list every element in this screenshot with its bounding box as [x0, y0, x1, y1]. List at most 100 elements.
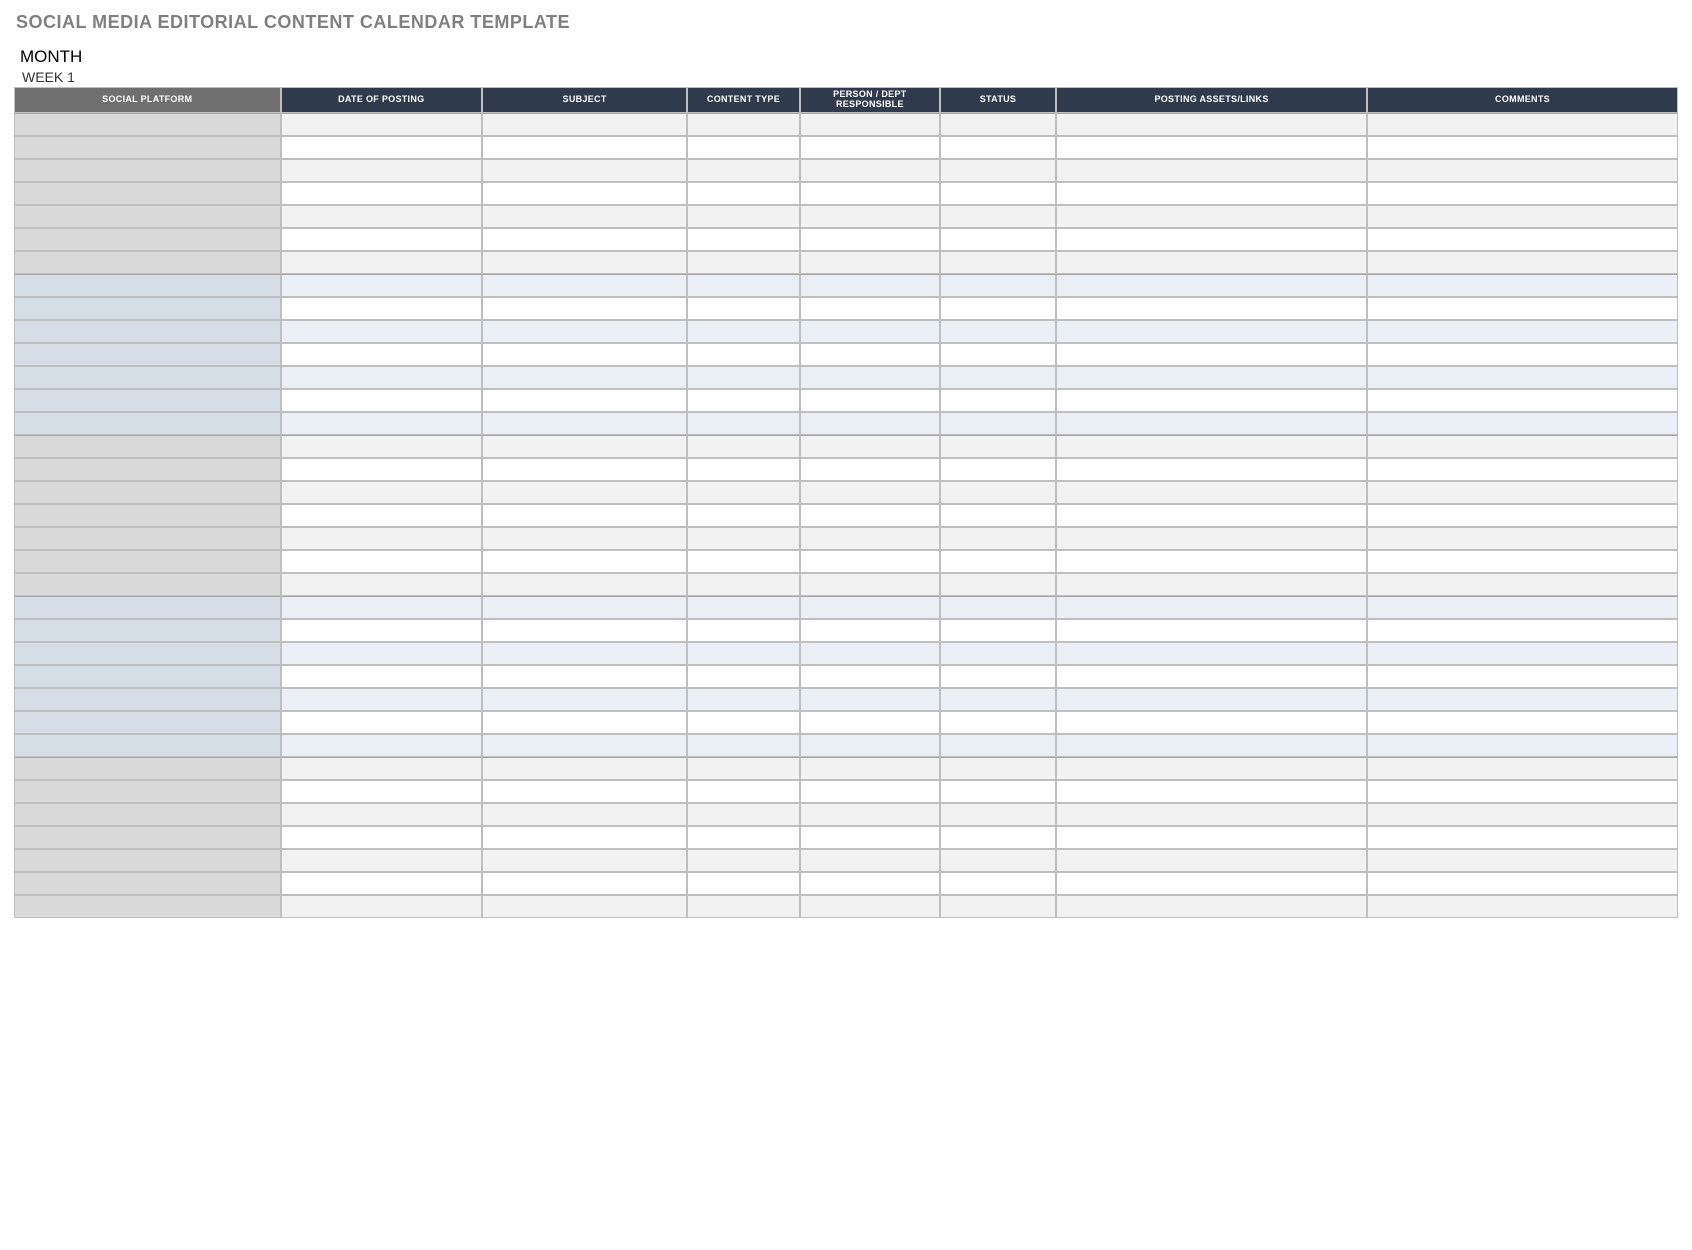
- cell-comments[interactable]: [1367, 527, 1678, 550]
- cell-type[interactable]: [687, 826, 800, 849]
- cell-date[interactable]: [281, 297, 483, 320]
- cell-status[interactable]: [940, 780, 1056, 803]
- cell-comments[interactable]: [1367, 274, 1678, 297]
- cell-person[interactable]: [800, 297, 940, 320]
- cell-platform[interactable]: [14, 895, 281, 918]
- cell-assets[interactable]: [1056, 688, 1367, 711]
- cell-person[interactable]: [800, 872, 940, 895]
- cell-assets[interactable]: [1056, 550, 1367, 573]
- cell-person[interactable]: [800, 803, 940, 826]
- cell-person[interactable]: [800, 113, 940, 136]
- cell-status[interactable]: [940, 527, 1056, 550]
- cell-platform[interactable]: [14, 182, 281, 205]
- cell-platform[interactable]: [14, 527, 281, 550]
- cell-date[interactable]: [281, 849, 483, 872]
- cell-platform[interactable]: [14, 297, 281, 320]
- cell-platform[interactable]: [14, 205, 281, 228]
- cell-status[interactable]: [940, 826, 1056, 849]
- cell-status[interactable]: [940, 205, 1056, 228]
- cell-person[interactable]: [800, 343, 940, 366]
- cell-platform[interactable]: [14, 688, 281, 711]
- cell-date[interactable]: [281, 872, 483, 895]
- cell-status[interactable]: [940, 228, 1056, 251]
- cell-comments[interactable]: [1367, 113, 1678, 136]
- cell-comments[interactable]: [1367, 872, 1678, 895]
- cell-assets[interactable]: [1056, 274, 1367, 297]
- cell-status[interactable]: [940, 504, 1056, 527]
- cell-subject[interactable]: [482, 688, 687, 711]
- cell-person[interactable]: [800, 504, 940, 527]
- cell-assets[interactable]: [1056, 320, 1367, 343]
- cell-comments[interactable]: [1367, 159, 1678, 182]
- cell-status[interactable]: [940, 458, 1056, 481]
- cell-type[interactable]: [687, 803, 800, 826]
- cell-person[interactable]: [800, 205, 940, 228]
- cell-status[interactable]: [940, 274, 1056, 297]
- cell-date[interactable]: [281, 159, 483, 182]
- cell-type[interactable]: [687, 435, 800, 458]
- cell-comments[interactable]: [1367, 826, 1678, 849]
- cell-comments[interactable]: [1367, 458, 1678, 481]
- cell-date[interactable]: [281, 573, 483, 596]
- cell-status[interactable]: [940, 435, 1056, 458]
- cell-assets[interactable]: [1056, 182, 1367, 205]
- cell-platform[interactable]: [14, 343, 281, 366]
- cell-platform[interactable]: [14, 550, 281, 573]
- cell-assets[interactable]: [1056, 826, 1367, 849]
- cell-subject[interactable]: [482, 274, 687, 297]
- cell-assets[interactable]: [1056, 343, 1367, 366]
- cell-comments[interactable]: [1367, 619, 1678, 642]
- cell-comments[interactable]: [1367, 803, 1678, 826]
- cell-date[interactable]: [281, 504, 483, 527]
- cell-platform[interactable]: [14, 389, 281, 412]
- cell-subject[interactable]: [482, 665, 687, 688]
- cell-status[interactable]: [940, 182, 1056, 205]
- cell-status[interactable]: [940, 297, 1056, 320]
- cell-person[interactable]: [800, 757, 940, 780]
- cell-assets[interactable]: [1056, 849, 1367, 872]
- cell-date[interactable]: [281, 205, 483, 228]
- cell-status[interactable]: [940, 872, 1056, 895]
- cell-platform[interactable]: [14, 872, 281, 895]
- cell-status[interactable]: [940, 159, 1056, 182]
- cell-comments[interactable]: [1367, 228, 1678, 251]
- cell-person[interactable]: [800, 228, 940, 251]
- cell-type[interactable]: [687, 573, 800, 596]
- cell-status[interactable]: [940, 343, 1056, 366]
- cell-person[interactable]: [800, 527, 940, 550]
- cell-subject[interactable]: [482, 136, 687, 159]
- cell-subject[interactable]: [482, 504, 687, 527]
- cell-comments[interactable]: [1367, 182, 1678, 205]
- cell-comments[interactable]: [1367, 596, 1678, 619]
- cell-assets[interactable]: [1056, 136, 1367, 159]
- cell-date[interactable]: [281, 619, 483, 642]
- cell-date[interactable]: [281, 780, 483, 803]
- cell-type[interactable]: [687, 596, 800, 619]
- cell-type[interactable]: [687, 251, 800, 274]
- cell-date[interactable]: [281, 826, 483, 849]
- cell-assets[interactable]: [1056, 297, 1367, 320]
- cell-subject[interactable]: [482, 642, 687, 665]
- cell-subject[interactable]: [482, 849, 687, 872]
- cell-comments[interactable]: [1367, 550, 1678, 573]
- cell-type[interactable]: [687, 688, 800, 711]
- cell-subject[interactable]: [482, 159, 687, 182]
- cell-subject[interactable]: [482, 412, 687, 435]
- cell-assets[interactable]: [1056, 435, 1367, 458]
- cell-date[interactable]: [281, 182, 483, 205]
- cell-comments[interactable]: [1367, 366, 1678, 389]
- cell-date[interactable]: [281, 711, 483, 734]
- cell-subject[interactable]: [482, 573, 687, 596]
- cell-platform[interactable]: [14, 757, 281, 780]
- cell-comments[interactable]: [1367, 688, 1678, 711]
- cell-platform[interactable]: [14, 826, 281, 849]
- cell-assets[interactable]: [1056, 803, 1367, 826]
- cell-subject[interactable]: [482, 619, 687, 642]
- cell-assets[interactable]: [1056, 412, 1367, 435]
- cell-person[interactable]: [800, 435, 940, 458]
- cell-subject[interactable]: [482, 895, 687, 918]
- cell-status[interactable]: [940, 665, 1056, 688]
- cell-platform[interactable]: [14, 159, 281, 182]
- cell-type[interactable]: [687, 389, 800, 412]
- cell-person[interactable]: [800, 481, 940, 504]
